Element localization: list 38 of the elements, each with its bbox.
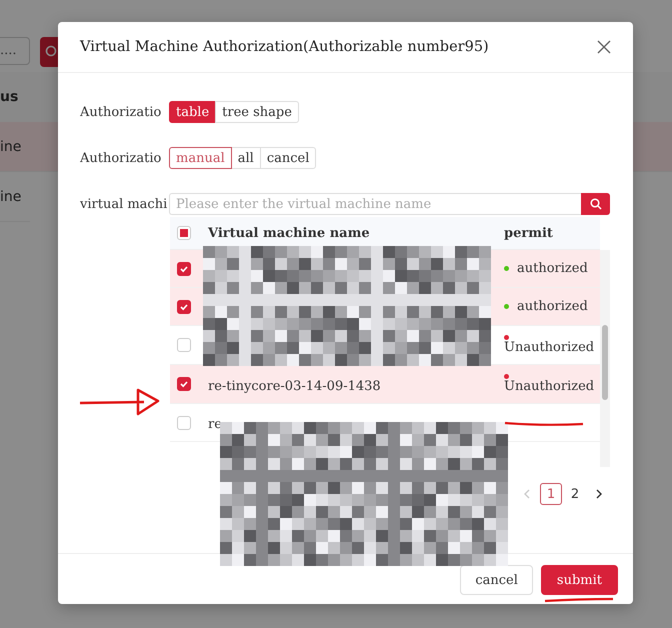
segment-button[interactable]: table xyxy=(169,101,216,123)
column-header: us xyxy=(0,89,18,105)
field-label: virtual machi xyxy=(80,196,168,212)
check-icon xyxy=(179,302,189,312)
close-icon xyxy=(597,40,611,54)
radio-button[interactable]: cancel xyxy=(260,147,316,169)
radio-button[interactable]: manual xyxy=(169,147,232,169)
vm-name: re-tinycore-03-14-09-1438 xyxy=(208,378,381,394)
scrollbar[interactable] xyxy=(600,250,610,467)
status-text: authorized xyxy=(517,299,588,314)
chevron-left-icon xyxy=(523,489,531,499)
row-checkbox[interactable] xyxy=(177,300,191,314)
close-button[interactable] xyxy=(595,38,613,56)
row-checkbox[interactable] xyxy=(177,377,191,391)
segment-button[interactable]: tree shape xyxy=(215,101,299,123)
table-row[interactable]: ine xyxy=(0,172,30,222)
chevron-right-icon xyxy=(595,489,603,499)
status-text: Unauthorized xyxy=(504,379,594,394)
status-text: authorized xyxy=(517,261,588,276)
field-label: Authorizatio xyxy=(80,150,162,166)
search-field[interactable]: .... xyxy=(0,37,30,65)
column-header: Virtual machine name xyxy=(206,226,371,240)
search-icon xyxy=(590,198,602,210)
check-icon xyxy=(179,379,189,389)
page-button[interactable]: 1 xyxy=(540,483,562,505)
dialog-title: Virtual Machine Authorization(Authorizable number95) xyxy=(80,39,489,55)
radio-button[interactable]: all xyxy=(230,147,261,169)
search-field[interactable]: Please enter the virtual machine name xyxy=(169,193,581,215)
underline-annotation xyxy=(543,597,615,603)
select-all-checkbox[interactable] xyxy=(177,226,191,240)
submit-button[interactable]: submit xyxy=(540,565,618,595)
check-icon xyxy=(179,264,189,274)
row-checkbox[interactable] xyxy=(177,262,191,276)
cancel-button[interactable]: cancel xyxy=(460,565,533,595)
column-header: permit xyxy=(503,226,554,240)
field-label: Authorizatio xyxy=(80,104,162,120)
status-text: Unauthorized xyxy=(504,340,594,355)
scrollbar-thumb[interactable] xyxy=(602,325,608,400)
